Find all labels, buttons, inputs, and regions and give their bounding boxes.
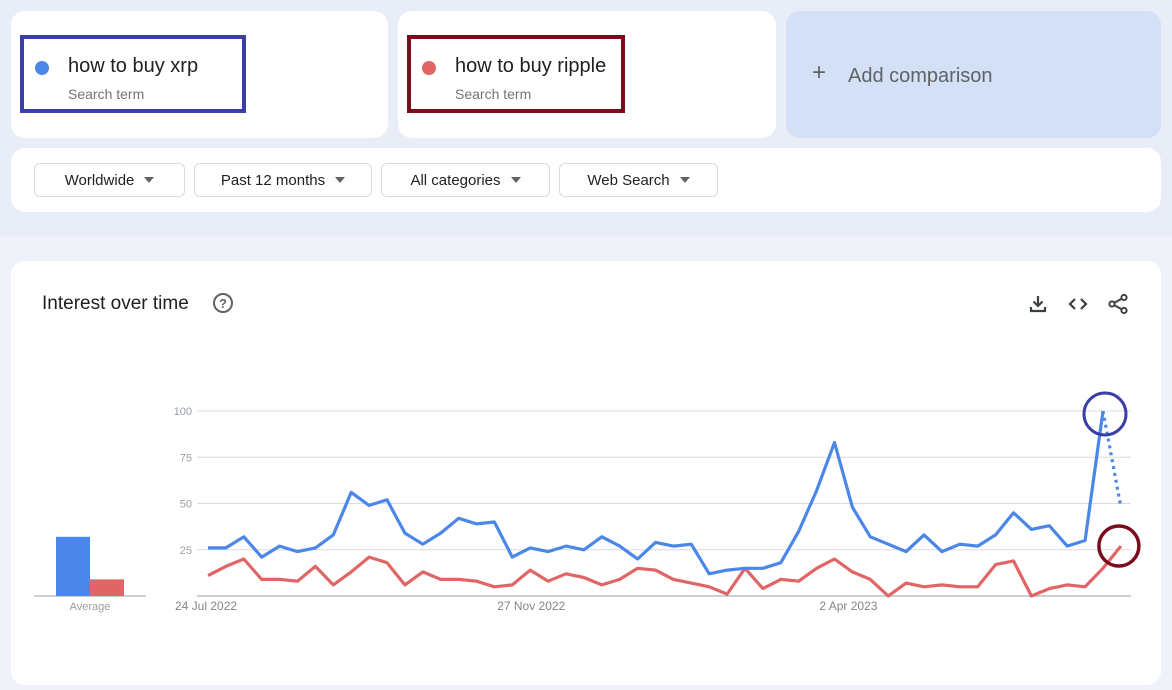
average-bar-ripple	[90, 579, 124, 596]
highlight-box-xrp: how to buy xrp Search term	[20, 35, 246, 113]
average-label: Average	[70, 601, 111, 613]
highlight-box-ripple: how to buy ripple Search term	[407, 35, 625, 113]
filter-time-range-dropdown[interactable]: Past 12 months	[194, 163, 372, 197]
y-tick-label: 25	[180, 545, 192, 557]
add-comparison-label: Add comparison	[848, 65, 993, 87]
series-color-dot-xrp	[35, 61, 49, 75]
series-color-dot-ripple	[422, 61, 436, 75]
y-axis-ticks: 25 50 75 100	[174, 406, 192, 557]
search-term-subtitle: Search term	[455, 86, 532, 102]
search-term-name[interactable]: how to buy ripple	[455, 55, 606, 78]
x-tick-label: 24 Jul 2022	[175, 599, 237, 613]
search-term-card-ripple[interactable]: how to buy ripple Search term	[398, 11, 776, 138]
x-axis-ticks: 24 Jul 2022 27 Nov 2022 2 Apr 2023	[175, 599, 878, 613]
average-bar-xrp	[56, 536, 90, 596]
annotation-circle-xrp-peak	[1082, 391, 1128, 437]
filter-label: All categories	[410, 171, 501, 189]
filter-label: Web Search	[587, 171, 670, 189]
caret-down-icon	[510, 177, 521, 183]
interest-over-time-chart: 25 50 75 100 Average 24 Jul 2022 27 Nov 2022…	[34, 391, 1141, 613]
caret-down-icon	[335, 177, 346, 183]
average-bar-chart: Average	[34, 536, 146, 613]
series-partial-line-xrp	[1101, 410, 1123, 508]
series-line-ripple	[207, 545, 1123, 598]
add-comparison-button[interactable]: + Add comparison	[786, 11, 1161, 138]
y-tick-label: 50	[180, 499, 192, 511]
x-tick-label: 27 Nov 2022	[497, 599, 565, 613]
filter-search-type-dropdown[interactable]: Web Search	[559, 163, 718, 197]
x-tick-label: 2 Apr 2023	[819, 599, 877, 613]
filter-bar: Worldwide Past 12 months All categories …	[11, 148, 1161, 212]
caret-down-icon	[144, 177, 155, 183]
filter-label: Worldwide	[64, 171, 135, 189]
search-term-card-xrp[interactable]: how to buy xrp Search term	[11, 11, 388, 138]
plus-icon: +	[812, 59, 827, 86]
interest-over-time-panel: Interest over time ? 25 50 75 100 Average 2…	[11, 261, 1161, 685]
caret-down-icon	[679, 177, 690, 183]
search-term-name[interactable]: how to buy xrp	[68, 55, 198, 78]
search-term-subtitle: Search term	[68, 86, 145, 102]
filter-region-dropdown[interactable]: Worldwide	[34, 163, 185, 197]
y-tick-label: 75	[180, 452, 192, 464]
filter-label: Past 12 months	[220, 171, 326, 189]
y-tick-label: 100	[174, 406, 192, 418]
filter-category-dropdown[interactable]: All categories	[381, 163, 550, 197]
